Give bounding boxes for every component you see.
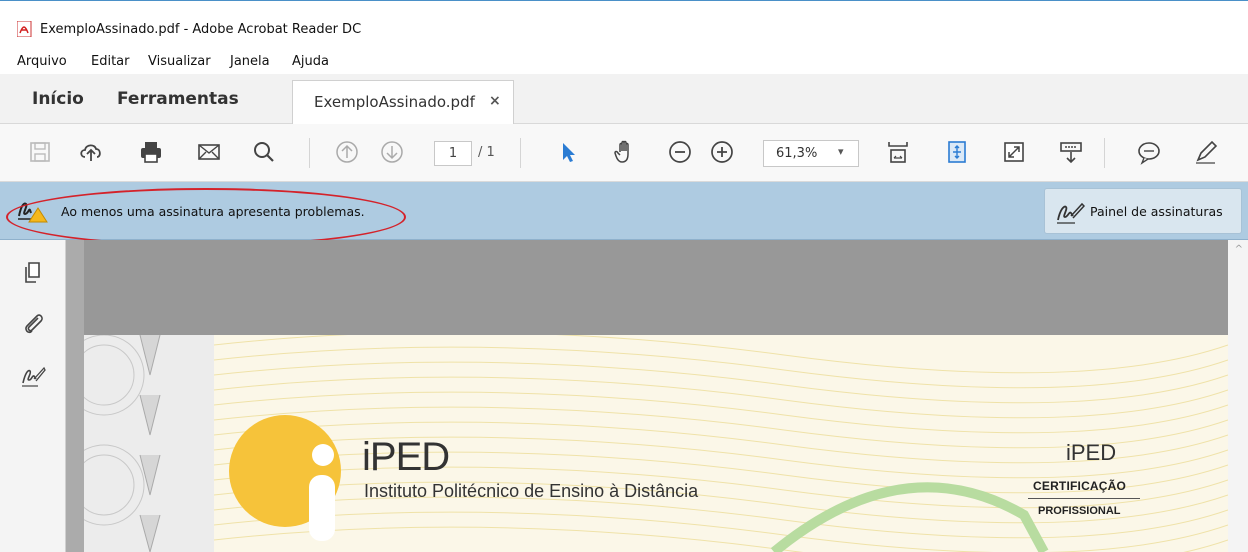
scroll-up-icon[interactable]: ^ xyxy=(1235,244,1243,255)
signature-panel-button[interactable]: Painel de assinaturas xyxy=(1044,188,1242,234)
close-tab-icon[interactable]: × xyxy=(489,93,501,109)
chevron-down-icon: ▾ xyxy=(838,145,844,158)
menu-visualizar[interactable]: Visualizar xyxy=(148,54,211,69)
title-bar: ExemploAssinado.pdf - Adobe Acrobat Read… xyxy=(0,0,1248,52)
document-viewport[interactable]: iPED Instituto Politécnico de Ensino à D… xyxy=(66,240,1248,552)
highlight-pen-icon[interactable] xyxy=(1190,136,1222,168)
document-tab-label: ExemploAssinado.pdf xyxy=(314,93,475,111)
pdf-file-icon xyxy=(17,21,32,37)
divider xyxy=(1028,498,1140,499)
attachments-icon[interactable] xyxy=(18,308,48,338)
select-cursor-icon[interactable] xyxy=(552,136,584,168)
signature-panel-label: Painel de assinaturas xyxy=(1090,204,1223,219)
acrobat-window: ExemploAssinado.pdf - Adobe Acrobat Read… xyxy=(0,0,1248,552)
zoom-out-icon[interactable] xyxy=(664,136,696,168)
certification-label: CERTIFICAÇÃO xyxy=(1033,479,1127,493)
next-page-icon[interactable] xyxy=(376,136,408,168)
logo-title: iPED xyxy=(362,435,450,479)
decorative-border xyxy=(84,335,214,552)
scroll-mode-icon[interactable] xyxy=(941,136,973,168)
tab-ferramentas[interactable]: Ferramentas xyxy=(117,89,239,109)
email-icon[interactable] xyxy=(193,136,225,168)
menu-editar[interactable]: Editar xyxy=(91,54,130,69)
page-thumbnails-icon[interactable] xyxy=(18,258,48,288)
zoom-in-icon[interactable] xyxy=(706,136,738,168)
signature-notification-bar: Ao menos uma assinatura apresenta proble… xyxy=(0,182,1248,246)
menu-bar: Arquivo Editar Visualizar Janela Ajuda xyxy=(0,52,1248,74)
zoom-select[interactable]: 61,3% ▾ xyxy=(763,140,859,167)
vertical-scrollbar[interactable]: ^ xyxy=(1228,240,1248,552)
toolbar: 1 / 1 61,3% ▾ xyxy=(0,124,1248,182)
right-title: iPED xyxy=(1066,440,1117,465)
page-top-margin xyxy=(84,240,1228,335)
iped-logo xyxy=(229,415,341,541)
page-total: / 1 xyxy=(478,145,495,160)
page-number-input[interactable]: 1 xyxy=(434,141,472,166)
cloud-upload-icon[interactable] xyxy=(75,136,107,168)
professional-label: PROFISSIONAL xyxy=(1038,505,1121,517)
fit-page-icon[interactable] xyxy=(882,136,914,168)
tab-document[interactable]: ExemploAssinado.pdf × xyxy=(292,80,514,124)
navigation-pane xyxy=(0,240,66,552)
previous-page-icon[interactable] xyxy=(331,136,363,168)
tab-inicio[interactable]: Início xyxy=(32,89,84,109)
read-mode-icon[interactable] xyxy=(1055,136,1087,168)
full-screen-icon[interactable] xyxy=(998,136,1030,168)
signature-pen-icon xyxy=(1057,202,1085,224)
menu-janela[interactable]: Janela xyxy=(230,54,270,69)
comment-icon[interactable] xyxy=(1133,136,1165,168)
menu-ajuda[interactable]: Ajuda xyxy=(292,54,329,69)
print-icon[interactable] xyxy=(135,136,167,168)
hand-tool-icon[interactable] xyxy=(609,136,641,168)
pdf-page: iPED Instituto Politécnico de Ensino à D… xyxy=(84,335,1228,552)
tab-bar: Início Ferramentas ExemploAssinado.pdf × xyxy=(0,74,1248,124)
menu-arquivo[interactable]: Arquivo xyxy=(17,54,67,69)
save-icon[interactable] xyxy=(24,136,56,168)
annotation-ellipse xyxy=(6,188,406,246)
logo-subtitle: Instituto Politécnico de Ensino à Distân… xyxy=(364,481,699,501)
search-icon[interactable] xyxy=(248,136,280,168)
window-title: ExemploAssinado.pdf - Adobe Acrobat Read… xyxy=(40,22,362,37)
zoom-value: 61,3% xyxy=(776,146,818,161)
signatures-icon[interactable] xyxy=(18,362,48,392)
